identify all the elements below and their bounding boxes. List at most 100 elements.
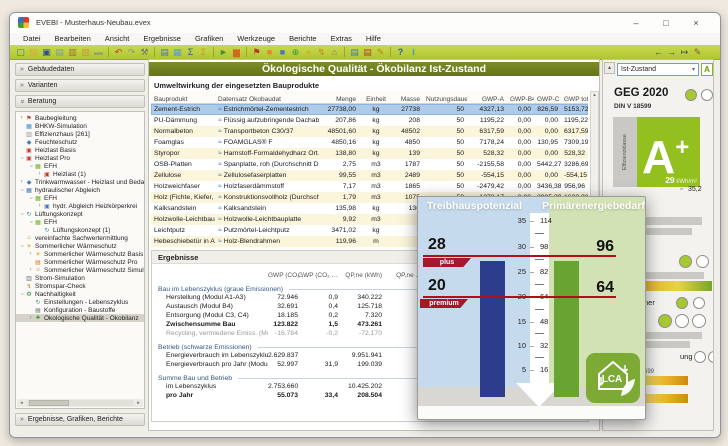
- table-row-styropor[interactable]: Styropor≈Harnstoff-Formaldehydharz Ort…1…: [151, 148, 588, 159]
- bolt-icon[interactable]: ↯: [315, 46, 328, 59]
- column-header-masse[interactable]: Masse: [393, 96, 423, 103]
- open-folder-icon[interactable]: ▨: [27, 46, 40, 59]
- tree-item-efh[interactable]: ›▦EFH: [16, 162, 144, 170]
- column-header-bauprodukt[interactable]: Bauprodukt: [151, 96, 215, 103]
- expander-icon[interactable]: ›: [27, 315, 34, 321]
- tree-item-stromspar-check[interactable]: ↯Stromspar-Check: [16, 282, 144, 290]
- table-row-osb-platten[interactable]: OSB-Platten≈Spanplatte, roh (Durchschnit…: [151, 159, 588, 170]
- tree-item-sommerlicher-w-rmeschutz-basis[interactable]: ›☀Sommerlicher Wärmeschutz Basis: [16, 250, 144, 258]
- expander-icon[interactable]: ›: [36, 203, 43, 209]
- scrollbar-thumb[interactable]: [29, 400, 69, 406]
- remove-icon[interactable]: ▬: [92, 46, 105, 59]
- tree-item-hydr-abgleich-heizk-rperkrei[interactable]: ›▣hydr. Abgleich Heizkörperkrei: [16, 202, 144, 210]
- expander-icon[interactable]: ›: [28, 195, 34, 202]
- expander-icon[interactable]: ›: [19, 211, 25, 218]
- option-radio-off[interactable]: [708, 351, 714, 363]
- tree-item-einstellungen-lebenszyklus[interactable]: ↻Einstellungen - Lebenszyklus: [16, 298, 144, 306]
- tree-item-sommerlicher-w-rmeschutz-simul[interactable]: ›☼Sommerlicher Wärmeschutz Simul: [16, 266, 144, 274]
- info-icon[interactable]: i: [407, 46, 420, 59]
- flag-icon[interactable]: ⚑: [250, 46, 263, 59]
- doc-red-icon[interactable]: ▤: [361, 46, 374, 59]
- menu-item-bearbeiten[interactable]: Bearbeiten: [48, 33, 98, 45]
- column-header-gwp-b4[interactable]: GWP-B4: [507, 96, 534, 103]
- tree-item-efh[interactable]: ›▦EFH: [16, 194, 144, 202]
- tree-item-effizienzhaus-261[interactable]: ▥Effizienzhaus [261]: [16, 130, 144, 138]
- close-button[interactable]: ×: [684, 15, 708, 31]
- maximize-button[interactable]: □: [654, 15, 678, 31]
- column-header-nutzungsdauer[interactable]: Nutzungsdauer: [423, 96, 467, 103]
- tree-item-konfiguration-baustoffe[interactable]: ▤Konfiguration - Baustoffe: [16, 306, 144, 314]
- bottom-accordion[interactable]: » Ergebnisse, Grafiken, Berichte: [15, 413, 145, 426]
- tools-icon[interactable]: ⚒: [138, 46, 151, 59]
- menu-item-werkzeuge[interactable]: Werkzeuge: [230, 33, 282, 45]
- variant-dropdown[interactable]: ▾ Ist-Zustand: [617, 63, 699, 76]
- help-icon[interactable]: ?: [394, 46, 407, 59]
- nav-back-icon[interactable]: ←: [652, 46, 665, 59]
- nav-last-icon[interactable]: ↦: [678, 46, 691, 59]
- menu-item-hilfe[interactable]: Hilfe: [359, 33, 388, 45]
- print-icon[interactable]: ▥: [66, 46, 79, 59]
- expander-icon[interactable]: ›: [19, 155, 25, 162]
- sum-blue-icon[interactable]: Σ: [184, 46, 197, 59]
- menu-item-ergebnisse[interactable]: Ergebnisse: [136, 33, 188, 45]
- column-header-gwp-tot[interactable]: GWP tot: [561, 96, 588, 103]
- option-radio-off[interactable]: [692, 314, 706, 328]
- save-icon[interactable]: ▣: [40, 46, 53, 59]
- geg-radio-off[interactable]: [701, 89, 713, 101]
- scroll-left-icon[interactable]: ◂: [17, 400, 26, 406]
- expander-icon[interactable]: ›: [19, 291, 25, 298]
- tree-item-sommerlicher-w-rmeschutz[interactable]: ›☀Sommerlicher Wärmeschutz: [16, 242, 144, 250]
- scrollbar-track[interactable]: [27, 400, 133, 406]
- table-row-zellulose[interactable]: Zellulose≈Zellulosefaserplatten99,55m324…: [151, 170, 588, 181]
- doc-blue-icon[interactable]: ▤: [348, 46, 361, 59]
- tree-item-l-ftungskonzept[interactable]: ›↻Lüftungskonzept: [16, 210, 144, 218]
- doc-edit-icon[interactable]: ✎: [374, 46, 387, 59]
- expander-icon[interactable]: ›: [28, 219, 34, 226]
- sum-gold-icon[interactable]: Σ: [197, 46, 210, 59]
- column-header-datensatz-kobaudat[interactable]: Datensatz Ökobaudat: [215, 96, 319, 103]
- accordion-gebaeudedaten[interactable]: » Gebäudedaten: [15, 63, 145, 76]
- tree-item-feuchteschutz[interactable]: ◆Feuchteschutz: [16, 138, 144, 146]
- box-orange-icon[interactable]: ■: [263, 46, 276, 59]
- tree-item-sommerlicher-w-rmeschutz-pro[interactable]: ▤Sommerlicher Wärmeschutz Pro: [16, 258, 144, 266]
- redo-icon[interactable]: ↷: [125, 46, 138, 59]
- menu-item-ansicht[interactable]: Ansicht: [98, 33, 137, 45]
- tree-item-l-ftungskonzept-1[interactable]: ↻Lüftungskonzept (1): [16, 226, 144, 234]
- tree-item-vereinfachte-sachwertermittlung[interactable]: ⌂vereinfachte Sachwertermittlung: [16, 234, 144, 242]
- layout-icon[interactable]: ▦: [171, 46, 184, 59]
- tree-item-nachhaltigkeit[interactable]: ›♻Nachhaltigkeit: [16, 290, 144, 298]
- expander-icon[interactable]: ›: [18, 115, 25, 121]
- tree-item-kologische-qualit-t-kobilanz[interactable]: ›♣Ökologische Qualität - Ökobilanz: [16, 314, 144, 322]
- menu-item-grafiken[interactable]: Grafiken: [188, 33, 230, 45]
- column-header-gwp-a[interactable]: GWP-A: [467, 96, 507, 103]
- edit-pencil-icon[interactable]: ✎: [691, 46, 704, 59]
- table-row-pu-d-mmung[interactable]: PU-Dämmung≈Flüssig aufzubringende Dachab…: [151, 115, 588, 126]
- globe-icon[interactable]: ⊕: [289, 46, 302, 59]
- menu-item-datei[interactable]: Datei: [16, 33, 48, 45]
- tree-item-hydraulischer-abgleich[interactable]: ›▦hydraulischer Abgleich: [16, 186, 144, 194]
- scroll-up-icon[interactable]: ▴: [604, 62, 615, 74]
- horizontal-scrollbar[interactable]: ◂ ▸: [17, 399, 143, 407]
- option-radio-off[interactable]: [693, 297, 705, 309]
- report-icon[interactable]: ▤: [158, 46, 171, 59]
- expander-icon[interactable]: ›: [19, 187, 25, 194]
- expander-icon[interactable]: ›: [27, 267, 34, 273]
- expander-icon[interactable]: ›: [27, 251, 34, 257]
- menu-item-extras[interactable]: Extras: [324, 33, 359, 45]
- table-row-holzweichfaser[interactable]: Holzweichfaser≈Holzfaserdämmstoff7,17m31…: [151, 181, 588, 192]
- tree-item-heizlast-basis[interactable]: ▣Heizlast Basis: [16, 146, 144, 154]
- nav-forward-icon[interactable]: →: [665, 46, 678, 59]
- undo-icon[interactable]: ↶: [112, 46, 125, 59]
- tree-item-trinkwarmwasser-heizlast-und-beda[interactable]: ›◆Trinkwarmwasser - Heizlast und Beda: [16, 178, 144, 186]
- column-header-einheit[interactable]: Einheit: [359, 96, 393, 103]
- copy-icon[interactable]: ▤: [53, 46, 66, 59]
- minimize-button[interactable]: –: [624, 15, 648, 31]
- option-radio-off[interactable]: [694, 351, 706, 363]
- column-header-menge[interactable]: Menge: [319, 96, 359, 103]
- efficiency-class-button[interactable]: A: [701, 63, 713, 76]
- option-radio-on[interactable]: [679, 255, 692, 268]
- tree-item-heizlast-pro[interactable]: ›▣Heizlast Pro: [16, 154, 144, 162]
- table-row-foamglas[interactable]: Foamglas≈FOAMGLAS® F4850,16kg4850507178,…: [151, 137, 588, 148]
- accordion-beratung[interactable]: » Beratung: [15, 95, 145, 108]
- option-radio-off[interactable]: [696, 255, 709, 268]
